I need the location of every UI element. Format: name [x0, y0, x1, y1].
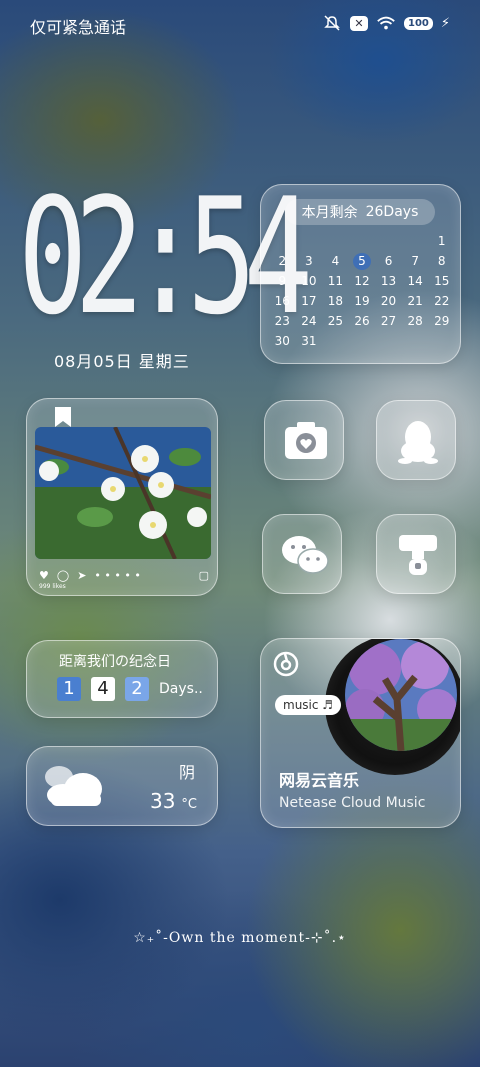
music-badge: music ♬ — [275, 695, 342, 715]
calendar-day: 12 — [354, 274, 370, 288]
charging-icon: ⚡ — [440, 15, 450, 31]
calendar-header: 本月剩余 26Days — [285, 199, 435, 225]
calendar-day: 22 — [434, 294, 450, 308]
ribbon-icon — [55, 407, 71, 427]
share-icon[interactable]: ➤ — [77, 569, 86, 582]
calendar-day: 8 — [437, 254, 446, 268]
countdown-digit: 2 — [125, 677, 149, 701]
calendar-day: 19 — [354, 294, 370, 308]
music-app-title: 网易云音乐 — [279, 771, 360, 790]
calendar-day: 14 — [407, 274, 423, 288]
camera-icon — [285, 422, 327, 459]
temperature-unit: °C — [181, 797, 197, 812]
theme-app[interactable] — [376, 514, 456, 594]
heart-icon[interactable]: ♥ — [39, 569, 49, 582]
calendar-day: 1 — [437, 234, 446, 248]
qq-app[interactable] — [376, 400, 456, 480]
calendar-day — [322, 333, 349, 350]
bookmark-icon[interactable]: ▢ — [199, 569, 209, 582]
camera-app[interactable] — [264, 400, 344, 480]
wechat-app[interactable] — [262, 514, 342, 594]
calendar-day: 3 — [305, 254, 313, 268]
days-label: Days.. — [159, 681, 203, 697]
calendar-day — [375, 333, 402, 350]
calendar-day: 10 — [301, 274, 317, 288]
calendar-day: 7 — [411, 254, 419, 268]
calendar-day — [349, 333, 376, 350]
clock-time: 02:54 — [18, 163, 313, 350]
calendar-day — [402, 233, 429, 250]
album-art — [345, 639, 457, 751]
calendar-day: 21 — [407, 294, 423, 308]
calendar-day: 31 — [301, 334, 317, 348]
calendar-day: 6 — [384, 254, 393, 268]
calendar-day: 4 — [331, 254, 340, 268]
temperature-value: 33 — [149, 789, 176, 813]
calendar-day: 13 — [380, 274, 397, 288]
flower-photo — [35, 427, 211, 559]
cloudy-icon — [45, 766, 102, 806]
paint-roller-icon — [399, 535, 437, 575]
chat-bubbles-icon — [282, 536, 329, 574]
calendar-day: 25 — [327, 314, 344, 328]
calendar-day: 23 — [274, 314, 290, 328]
emergency-calls-only-label: 仅可紧急通话 — [30, 18, 127, 37]
clock-date: 08月05日 星期三 — [54, 352, 190, 371]
calendar-widget[interactable]: 本月剩余 26Days 1 2 3 4 5 6 7 8 9 10 11 12 13 14 15 16 17 18 1… — [260, 184, 461, 364]
calendar-day: 28 — [407, 314, 423, 328]
calendar-day: 30 — [274, 334, 290, 348]
no-sim-icon: ✕ — [349, 15, 368, 31]
penguin-icon — [398, 421, 438, 464]
calendar-day: 2 — [278, 254, 287, 268]
anniversary-widget[interactable]: 距离我们の纪念日 1 4 2 Days.. — [26, 640, 218, 718]
calendar-day — [402, 333, 429, 350]
photo-widget[interactable]: ♥ ◯ ➤ • • • • • ▢ 999 likes — [26, 398, 218, 596]
calendar-day: 27 — [380, 314, 397, 328]
calendar-day: 24 — [301, 314, 317, 328]
calendar-day — [375, 233, 402, 250]
calendar-day: 20 — [380, 294, 397, 308]
photo-actions: ♥ ◯ ➤ • • • • • ▢ — [39, 569, 209, 582]
calendar-day: 9 — [278, 274, 287, 288]
calendar-day — [296, 233, 323, 250]
calendar-header-label: 本月剩余 — [301, 205, 358, 221]
calendar-day — [349, 233, 376, 250]
pagination-dots: • • • • • — [94, 569, 141, 582]
likes-count: 999 likes — [39, 583, 66, 590]
weather-widget[interactable]: 阴 33 °C — [26, 746, 218, 826]
wifi-icon — [376, 14, 396, 32]
countdown-digit: 1 — [57, 677, 81, 701]
music-widget[interactable]: music ♬ 网易云音乐 Netease Cloud Music — [260, 638, 461, 828]
music-app-subtitle: Netease Cloud Music — [279, 795, 426, 811]
calendar-remaining-days: 26Days — [365, 204, 419, 220]
weather-temperature: 33 °C — [150, 789, 197, 813]
netease-logo-icon — [273, 651, 299, 677]
battery-icon: 100 — [403, 16, 433, 30]
calendar-day: 15 — [434, 274, 450, 288]
mute-icon — [322, 14, 342, 32]
quote-text: ☆₊˚-Own the moment-⊹˚.⋆ — [133, 930, 347, 946]
calendar-day — [428, 333, 455, 350]
calendar-day: 16 — [274, 294, 290, 308]
calendar-day: 29 — [434, 314, 450, 328]
status-icons: ✕ 100 ⚡ — [322, 14, 450, 32]
anniversary-countdown: 1 4 2 Days.. — [57, 677, 203, 701]
comment-icon[interactable]: ◯ — [57, 569, 69, 582]
calendar-day — [269, 233, 296, 250]
calendar-grid: 1 2 3 4 5 6 7 8 9 10 11 12 13 14 15 16 17 18 19 20 21 22 23 24 2… — [269, 233, 455, 350]
calendar-day: 26 — [354, 314, 370, 328]
calendar-day — [322, 233, 349, 250]
countdown-digit: 4 — [91, 677, 115, 701]
calendar-day: 17 — [301, 294, 317, 308]
weather-condition: 阴 — [178, 763, 195, 782]
anniversary-title: 距离我们の纪念日 — [59, 654, 171, 670]
calendar-day: 11 — [327, 274, 344, 288]
calendar-day: 18 — [327, 294, 344, 308]
calendar-day: 5 — [352, 253, 371, 270]
